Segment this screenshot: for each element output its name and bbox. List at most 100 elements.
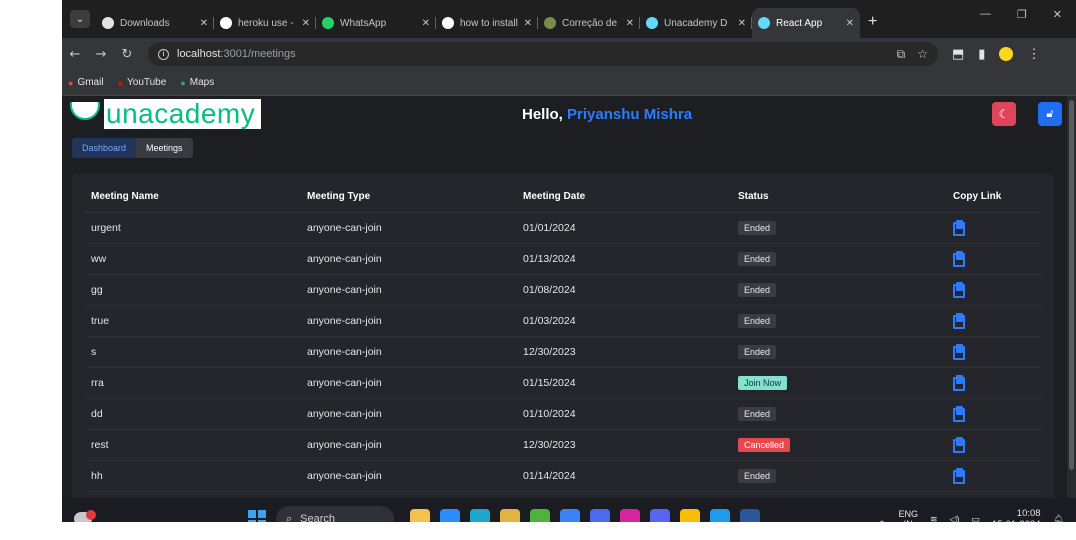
new-tab-button[interactable]: +	[868, 13, 877, 31]
forward-icon[interactable]: →	[88, 47, 114, 62]
cell-date: 01/13/2024	[516, 243, 731, 275]
greeting: Hello, Priyanshu Mishra	[522, 106, 692, 123]
zoom-icon[interactable]	[440, 509, 460, 522]
word-icon[interactable]	[740, 509, 760, 522]
tab-close-icon[interactable]: ✕	[626, 18, 634, 29]
bookmark-item[interactable]: ● Maps	[180, 77, 214, 88]
browser-toolbar: ← → ↻ i localhost:3001/meetings ⧉ ☆ ⬒ ▮ …	[62, 38, 1076, 70]
tab-title: Downloads	[120, 17, 170, 29]
copy-link-icon[interactable]	[953, 405, 965, 422]
browser-tab[interactable]: WhatsApp ✕	[316, 8, 436, 38]
cell-date: 01/14/2024	[516, 460, 731, 492]
bookmark-item[interactable]: ● Gmail	[68, 77, 104, 88]
table-row: true anyone-can-join 01/03/2024 Ended	[84, 305, 1042, 337]
browser-tab[interactable]: how to install ✕	[436, 8, 538, 38]
copy-link-icon[interactable]	[953, 250, 965, 267]
app-icon[interactable]	[590, 509, 610, 522]
browser-tab[interactable]: React App ✕	[752, 8, 860, 38]
menu-icon[interactable]: ⋮	[1027, 46, 1040, 62]
notification-bell-icon[interactable]: 🔔︎	[1053, 514, 1064, 523]
tab-search-button[interactable]: ⌄	[70, 10, 90, 28]
copy-link-icon[interactable]	[953, 219, 965, 236]
cast-icon[interactable]: ⧉	[897, 47, 906, 62]
reload-icon[interactable]: ↻	[114, 47, 140, 62]
scrollbar-thumb[interactable]	[1069, 100, 1074, 470]
sidebar-icon[interactable]: ▮	[978, 46, 985, 62]
copy-link-icon[interactable]	[953, 436, 965, 453]
instagram-icon[interactable]	[620, 509, 640, 522]
copy-link-icon[interactable]	[953, 281, 965, 298]
language-indicator[interactable]: ENGIN	[898, 509, 918, 522]
cell-status: Ended	[731, 336, 946, 368]
cell-copy-link	[946, 367, 1042, 399]
header-meeting-name: Meeting Name	[84, 182, 300, 213]
header-copy-link: Copy Link	[946, 182, 1042, 213]
cell-copy-link	[946, 274, 1042, 306]
tab-close-icon[interactable]: ✕	[846, 18, 854, 29]
site-info-icon[interactable]: i	[158, 48, 169, 60]
table-header-row: Meeting Name Meeting Type Meeting Date S…	[84, 182, 1042, 213]
app-icon	[544, 17, 556, 29]
discord-icon[interactable]	[650, 509, 670, 522]
browser-tab[interactable]: Correção de c ✕	[538, 8, 640, 38]
tab-close-icon[interactable]: ✕	[422, 18, 430, 29]
windows-start-icon[interactable]	[248, 510, 266, 522]
address-bar[interactable]: i localhost:3001/meetings ⧉ ☆	[148, 42, 938, 66]
page-scrollbar[interactable]	[1067, 96, 1076, 498]
cell-date: 01/15/2024	[516, 367, 731, 399]
copy-link-icon[interactable]	[953, 467, 965, 484]
folder-icon[interactable]	[500, 509, 520, 522]
copy-link-icon[interactable]	[953, 374, 965, 391]
clock[interactable]: 10:0815-01-2024	[992, 508, 1041, 522]
close-window-icon[interactable]: ✕	[1053, 8, 1062, 21]
copy-link-icon[interactable]	[953, 312, 965, 329]
restore-icon[interactable]: ❐	[1017, 8, 1027, 21]
cell-name: ww	[84, 243, 300, 275]
bookmark-star-icon[interactable]: ☆	[917, 47, 928, 62]
tab-close-icon[interactable]: ✕	[302, 18, 310, 29]
browser-tab[interactable]: Downloads ✕	[96, 8, 214, 38]
bookmark-item[interactable]: ● YouTube	[118, 77, 167, 88]
header-status: Status	[731, 182, 946, 213]
theme-toggle-button[interactable]: ☾	[992, 102, 1016, 126]
tab-close-icon[interactable]: ✕	[524, 18, 532, 29]
breadcrumb-dashboard[interactable]: Dashboard	[72, 138, 137, 158]
tab-close-icon[interactable]: ✕	[200, 18, 208, 29]
browser-tab[interactable]: Unacademy D ✕	[640, 8, 752, 38]
cell-type: anyone-can-join	[300, 398, 516, 430]
taskbar-apps	[410, 509, 760, 522]
browser-tab[interactable]: heroku use - ✕	[214, 8, 316, 38]
copy-link-icon[interactable]	[953, 343, 965, 360]
maps-icon: ●	[180, 77, 186, 88]
chrome-icon[interactable]	[680, 509, 700, 522]
cell-date: 12/30/2023	[516, 429, 731, 461]
logout-button[interactable]: 🔓︎	[1038, 102, 1062, 126]
wifi-icon[interactable]: ≋	[930, 514, 938, 523]
tab-close-icon[interactable]: ✕	[738, 18, 746, 29]
clock-date: 15-01-2024	[992, 519, 1041, 522]
mongodb-icon[interactable]	[530, 509, 550, 522]
profile-avatar[interactable]	[999, 47, 1014, 61]
table-row: urgent anyone-can-join 01/01/2024 Ended	[84, 212, 1042, 244]
weather-widget-icon[interactable]	[74, 510, 98, 522]
google-icon	[220, 17, 232, 29]
minimize-icon[interactable]: —	[980, 8, 991, 21]
cell-status: Ended	[731, 305, 946, 337]
extensions-icon[interactable]: ⬒	[952, 46, 964, 62]
file-explorer-icon[interactable]	[410, 509, 430, 522]
vpn-icon[interactable]	[560, 509, 580, 522]
join-now-button[interactable]: Join Now	[738, 375, 788, 390]
table-row: dd anyone-can-join 01/10/2024 Ended	[84, 398, 1042, 430]
battery-icon[interactable]: ▭	[971, 514, 980, 523]
back-icon[interactable]: ←	[62, 47, 88, 62]
volume-icon[interactable]: ◁)	[950, 514, 960, 523]
meetings-panel: Meeting Name Meeting Type Meeting Date S…	[72, 174, 1054, 498]
edge-icon[interactable]	[470, 509, 490, 522]
chevron-up-icon[interactable]: ︿	[877, 513, 886, 523]
lang-region: IN	[904, 519, 913, 522]
cell-date: 01/09/2024	[516, 491, 731, 498]
taskbar-search[interactable]: ⌕ Search	[276, 506, 394, 522]
youtube-icon: ●	[117, 77, 123, 88]
vscode-icon[interactable]	[710, 509, 730, 522]
unacademy-logo[interactable]: unacademy	[68, 96, 262, 132]
